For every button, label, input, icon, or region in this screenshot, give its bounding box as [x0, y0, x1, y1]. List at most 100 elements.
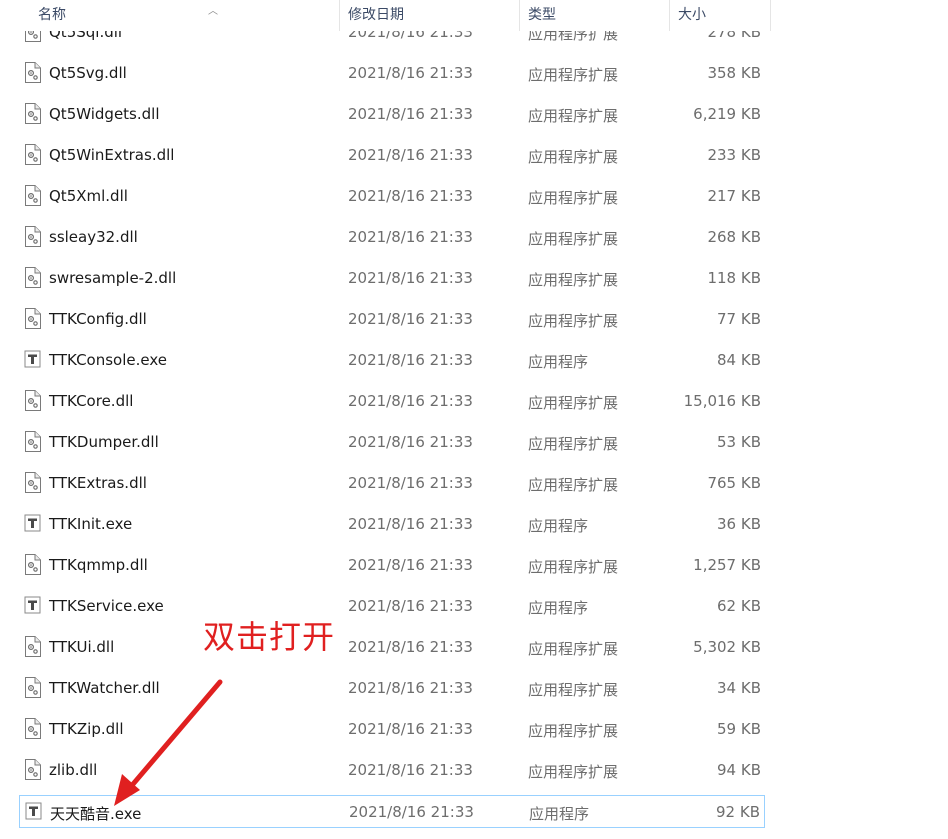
file-type: 应用程序: [528, 353, 589, 371]
file-row-selected[interactable]: 天天酷音.exe 2021/8/16 21:33 应用程序 92 KB: [19, 795, 765, 828]
dll-gear-icon: [24, 226, 41, 247]
file-size: 5,302 KB: [693, 638, 761, 656]
file-name: TTKInit.exe: [49, 515, 133, 533]
file-row[interactable]: Qt5Svg.dll 2021/8/16 21:33 应用程序扩展 358 KB: [19, 57, 765, 90]
ttk-exe-icon: [24, 349, 41, 370]
file-size: 36 KB: [717, 515, 761, 533]
file-name: ssleay32.dll: [49, 228, 138, 246]
column-header-size[interactable]: 大小: [670, 0, 771, 31]
file-size: 94 KB: [717, 761, 761, 779]
file-name: TTKWatcher.dll: [49, 679, 160, 697]
file-row[interactable]: Qt5Widgets.dll 2021/8/16 21:33 应用程序扩展 6,219…: [19, 98, 765, 131]
file-size: 217 KB: [707, 187, 761, 205]
file-size: 6,219 KB: [693, 105, 761, 123]
file-size: 34 KB: [717, 679, 761, 697]
file-row[interactable]: TTKService.exe 2021/8/16 21:33 应用程序 62 KB: [19, 590, 765, 623]
file-row[interactable]: TTKConsole.exe 2021/8/16 21:33 应用程序 84 KB: [19, 344, 765, 377]
file-size: 1,257 KB: [693, 556, 761, 574]
file-type: 应用程序扩展: [528, 230, 619, 248]
file-size: 268 KB: [707, 228, 761, 246]
file-name: TTKZip.dll: [49, 720, 124, 738]
file-row[interactable]: TTKConfig.dll 2021/8/16 21:33 应用程序扩展 77 KB: [19, 303, 765, 336]
file-modified-date: 2021/8/16 21:33: [348, 638, 473, 656]
file-modified-date: 2021/8/16 21:33: [348, 187, 473, 205]
file-size: 92 KB: [716, 803, 760, 821]
file-row[interactable]: Qt5WinExtras.dll 2021/8/16 21:33 应用程序扩展 233…: [19, 139, 765, 172]
file-name: Qt5Widgets.dll: [49, 105, 160, 123]
file-type: 应用程序扩展: [528, 640, 619, 658]
file-size: 765 KB: [707, 474, 761, 492]
file-row[interactable]: zlib.dll 2021/8/16 21:33 应用程序扩展 94 KB: [19, 754, 765, 787]
file-row[interactable]: TTKZip.dll 2021/8/16 21:33 应用程序扩展 59 KB: [19, 713, 765, 746]
dll-gear-icon: [24, 308, 41, 329]
file-row[interactable]: TTKWatcher.dll 2021/8/16 21:33 应用程序扩展 34 KB: [19, 672, 765, 705]
file-row[interactable]: TTKCore.dll 2021/8/16 21:33 应用程序扩展 15,016 K…: [19, 385, 765, 418]
file-type: 应用程序扩展: [528, 763, 619, 781]
sort-ascending-icon: ︿: [208, 6, 218, 17]
file-size: 358 KB: [707, 64, 761, 82]
file-type: 应用程序扩展: [528, 107, 619, 125]
file-name: Qt5Svg.dll: [49, 64, 127, 82]
file-row[interactable]: TTKInit.exe 2021/8/16 21:33 应用程序 36 KB: [19, 508, 765, 541]
file-name: Qt5Xml.dll: [49, 187, 128, 205]
file-list: Qt5Sql.dll 2021/8/16 21:33 应用程序扩展 278 KB Qt5…: [0, 0, 772, 839]
file-type: 应用程序扩展: [528, 312, 619, 330]
file-type: 应用程序: [529, 805, 590, 823]
dll-gear-icon: [24, 144, 41, 165]
dll-gear-icon: [24, 62, 41, 83]
file-type: 应用程序扩展: [528, 558, 619, 576]
file-size: 62 KB: [717, 597, 761, 615]
file-modified-date: 2021/8/16 21:33: [348, 515, 473, 533]
file-modified-date: 2021/8/16 21:33: [348, 720, 473, 738]
file-size: 59 KB: [717, 720, 761, 738]
file-row[interactable]: TTKExtras.dll 2021/8/16 21:33 应用程序扩展 765 KB: [19, 467, 765, 500]
file-modified-date: 2021/8/16 21:33: [348, 228, 473, 246]
file-row[interactable]: swresample-2.dll 2021/8/16 21:33 应用程序扩展 118…: [19, 262, 765, 295]
file-modified-date: 2021/8/16 21:33: [348, 679, 473, 697]
annotation-label: 双击打开: [203, 618, 336, 656]
file-size: 84 KB: [717, 351, 761, 369]
ttk-exe-icon: [24, 513, 41, 534]
file-type: 应用程序扩展: [528, 66, 619, 84]
file-row[interactable]: TTKDumper.dll 2021/8/16 21:33 应用程序扩展 53 KB: [19, 426, 765, 459]
dll-gear-icon: [24, 472, 41, 493]
file-size: 118 KB: [707, 269, 761, 287]
column-header-type-label: 类型: [528, 7, 556, 23]
file-modified-date: 2021/8/16 21:33: [348, 269, 473, 287]
file-name: 天天酷音.exe: [50, 805, 142, 823]
file-modified-date: 2021/8/16 21:33: [348, 310, 473, 328]
file-row[interactable]: TTKqmmp.dll 2021/8/16 21:33 应用程序扩展 1,257 KB: [19, 549, 765, 582]
file-name: swresample-2.dll: [49, 269, 177, 287]
file-modified-date: 2021/8/16 21:33: [348, 433, 473, 451]
file-row[interactable]: Qt5Xml.dll 2021/8/16 21:33 应用程序扩展 217 KB: [19, 180, 765, 213]
file-modified-date: 2021/8/16 21:33: [348, 761, 473, 779]
file-type: 应用程序扩展: [528, 394, 619, 412]
column-header-type[interactable]: 类型: [520, 0, 670, 31]
file-modified-date: 2021/8/16 21:33: [348, 597, 473, 615]
file-name: zlib.dll: [49, 761, 98, 779]
column-header-bar: 名称 ︿ 修改日期 类型 大小: [0, 0, 772, 31]
column-header-date-label: 修改日期: [348, 7, 404, 23]
ttk-exe-icon: [25, 801, 42, 822]
dll-gear-icon: [24, 677, 41, 698]
dll-gear-icon: [24, 759, 41, 780]
dll-gear-icon: [24, 267, 41, 288]
column-header-name-label: 名称: [38, 7, 66, 23]
file-explorer: Qt5Sql.dll 2021/8/16 21:33 应用程序扩展 278 KB Qt5…: [0, 0, 948, 839]
file-name: TTKqmmp.dll: [49, 556, 148, 574]
file-modified-date: 2021/8/16 21:33: [348, 556, 473, 574]
file-type: 应用程序扩展: [528, 681, 619, 699]
file-modified-date: 2021/8/16 21:33: [348, 392, 473, 410]
file-type: 应用程序扩展: [528, 435, 619, 453]
column-header-name[interactable]: 名称 ︿: [30, 0, 340, 31]
file-type: 应用程序扩展: [528, 476, 619, 494]
column-header-date[interactable]: 修改日期: [340, 0, 520, 31]
ttk-exe-icon: [24, 595, 41, 616]
file-modified-date: 2021/8/16 21:33: [348, 146, 473, 164]
file-row[interactable]: ssleay32.dll 2021/8/16 21:33 应用程序扩展 268 KB: [19, 221, 765, 254]
file-modified-date: 2021/8/16 21:33: [348, 474, 473, 492]
file-modified-date: 2021/8/16 21:33: [348, 105, 473, 123]
file-row[interactable]: TTKUi.dll 2021/8/16 21:33 应用程序扩展 5,302 KB: [19, 631, 765, 664]
dll-gear-icon: [24, 718, 41, 739]
file-name: TTKService.exe: [49, 597, 164, 615]
